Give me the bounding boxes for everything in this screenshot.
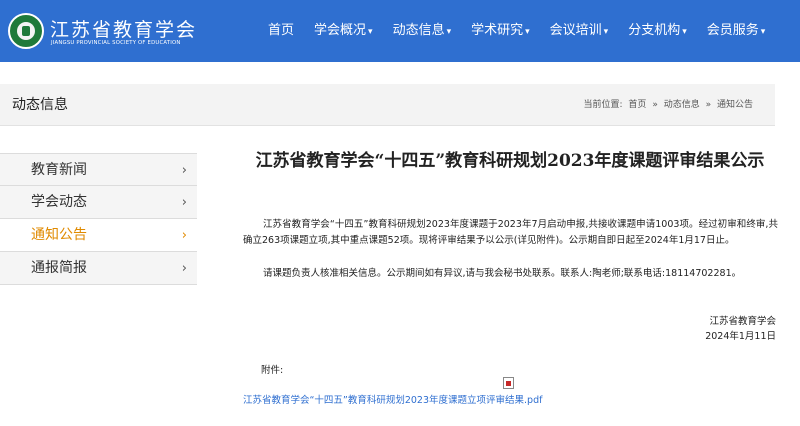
caret-down-icon: ▾ [682,27,687,37]
sidebar-menu: 教育新闻 › 学会动态 › 通知公告 › 通报简报 › [0,153,197,285]
caret-down-icon: ▾ [760,27,766,37]
attachment-label: 附件: [261,365,284,376]
breadcrumb-notices[interactable]: 通知公告 [717,100,753,110]
breadcrumb-news[interactable]: 动态信息 [664,100,700,110]
nav-news[interactable]: 动态信息 ▾ [383,0,462,62]
sidebar-item-label: 教育新闻 [31,162,87,178]
nav-home[interactable]: 首页 [258,0,304,62]
breadcrumb-separator: » [705,100,712,110]
nav-label: 会员服务 [706,23,759,38]
nav-meetings[interactable]: 会议培训 ▾ [540,0,619,62]
attachment-link[interactable]: 江苏省教育学会“十四五”教育科研规划2023年度课题立项评审结果.pdf [243,392,542,406]
chevron-right-icon: › [181,163,187,178]
nav-research[interactable]: 学术研究 ▾ [461,0,540,62]
sidebar-item-label: 学会动态 [31,194,87,210]
article-header: 江苏省教育学会“十四五”教育科研规划2023年度课题评审结果公示 [240,150,780,172]
nav-label: 学会概况 [314,23,367,38]
nav-about[interactable]: 学会概况 ▾ [304,0,383,62]
breadcrumb-separator: » [652,100,658,110]
caret-down-icon: ▾ [446,27,452,37]
article-title: 江苏省教育学会“十四五”教育科研规划2023年度课题评审结果公示 [255,151,765,171]
section-title: 动态信息 [12,97,68,113]
sidebar-item-education-news[interactable]: 教育新闻 › [0,153,197,186]
nav-label: 学术研究 [471,23,524,38]
breadcrumb: 当前位置: 首页 » 动态信息 » 通知公告 [581,84,754,126]
article-paragraph: 请课题负责人核准相关信息。公示期间如有异议,请与我会秘书处联系。联系人:陶老师;… [263,268,742,279]
sidebar-item-label: 通知公告 [31,227,87,243]
society-emblem-icon [8,13,44,49]
nav-label: 首页 [268,23,295,38]
article-paragraph: 江苏省教育学会“十四五”教育科研规划2023年度课题于2023年7月启动申报,共… [243,219,778,246]
chevron-right-icon: › [181,195,187,210]
sidebar-item-society-updates[interactable]: 学会动态 › [0,186,197,219]
top-header: 江苏省教育学会 JIANGSU PROVINCIAL SOCIETY OF ED… [0,0,800,62]
sidebar-item-notices[interactable]: 通知公告 › [0,219,197,252]
nav-label: 会议培训 [549,23,602,38]
logo-english-name: JIANGSU PROVINCIAL SOCIETY OF EDUCATION [51,40,181,46]
section-header: 动态信息 当前位置: 首页 » 动态信息 » 通知公告 [0,84,775,126]
chevron-right-icon: › [181,228,187,243]
logo-chinese-name: 江苏省教育学会 [50,19,198,41]
breadcrumb-prefix: 当前位置: [583,100,623,110]
nav-branches[interactable]: 分支机构 ▾ [618,0,697,62]
pdf-file-icon[interactable] [503,377,514,389]
signature-date: 2024年1月11日 [705,331,776,342]
sidebar-item-bulletins[interactable]: 通报简报 › [0,252,197,285]
breadcrumb-home[interactable]: 首页 [628,100,646,110]
signature-organization: 江苏省教育学会 [709,316,776,327]
nav-label: 动态信息 [392,23,445,38]
caret-down-icon: ▾ [603,27,609,37]
chevron-right-icon: › [181,261,187,276]
nav-member-services[interactable]: 会员服务 ▾ [697,0,776,62]
sidebar-item-label: 通报简报 [31,260,87,276]
main-nav: 首页 学会概况 ▾ 动态信息 ▾ 学术研究 ▾ 会议培训 ▾ 分支机构 ▾ 会员服务 ▾ [258,0,775,62]
nav-label: 分支机构 [628,23,681,38]
site-logo[interactable]: 江苏省教育学会 JIANGSU PROVINCIAL SOCIETY OF ED… [8,13,198,53]
caret-down-icon: ▾ [368,27,373,37]
caret-down-icon: ▾ [525,27,530,37]
